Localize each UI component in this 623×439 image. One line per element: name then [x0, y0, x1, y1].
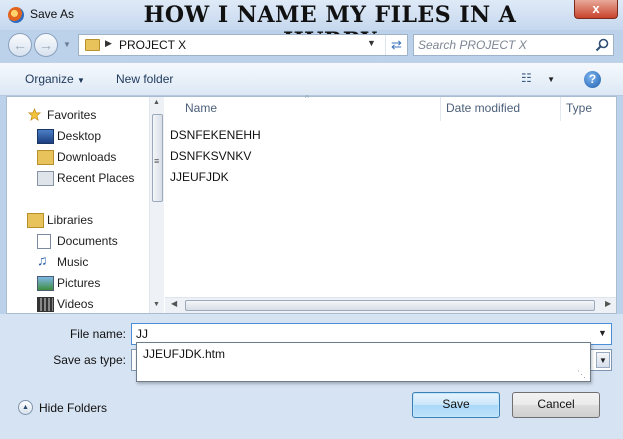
horizontal-scrollbar[interactable]: ◀ ▶	[165, 297, 616, 313]
nav-item-label: Libraries	[47, 213, 94, 227]
forward-arrow-icon: →	[39, 37, 53, 53]
autocomplete-dropdown: JJEUFJDK.htm ⋱	[136, 342, 591, 382]
breadcrumb-chevron-icon[interactable]: ▶	[105, 38, 112, 49]
nav-item-label: Documents	[57, 234, 118, 248]
desktop-icon	[37, 129, 54, 144]
save-button[interactable]: Save	[412, 392, 500, 418]
file-row[interactable]: DSNFKSVNKV	[170, 146, 251, 166]
grip-icon: ≡	[154, 156, 160, 166]
chevron-down-icon: ▼	[77, 76, 85, 85]
command-bar: Organize ▼ New folder ☷ ▼ ?	[0, 62, 623, 96]
organize-button[interactable]: Organize ▼	[25, 72, 85, 86]
file-name-label: File name:	[69, 327, 126, 341]
help-icon[interactable]: ?	[584, 71, 601, 88]
scroll-up-icon[interactable]: ▲	[153, 99, 160, 106]
title-bar: Save As HOW I NAME MY FILES IN A HURRY x	[0, 0, 623, 54]
scrollbar-thumb[interactable]	[185, 300, 595, 311]
folder-icon	[85, 39, 100, 51]
column-header-type[interactable]: Type	[566, 101, 592, 115]
search-box[interactable]	[413, 34, 614, 56]
navigation-scrollbar[interactable]: ▲ ≡ ▼	[149, 97, 164, 313]
autocomplete-suggestion[interactable]: JJEUFJDK.htm	[143, 347, 225, 361]
change-view-button[interactable]: ☷ ▼	[521, 71, 561, 89]
resize-grip-icon[interactable]: ⋱	[577, 369, 586, 380]
column-divider[interactable]	[560, 97, 561, 121]
scroll-right-icon[interactable]: ▶	[605, 299, 611, 308]
search-input[interactable]	[418, 37, 588, 53]
chevron-down-icon[interactable]: ▼	[598, 328, 607, 338]
documents-icon	[37, 234, 51, 249]
details-view-icon: ☷	[521, 71, 532, 85]
libraries-icon	[27, 213, 44, 228]
back-button[interactable]: ←	[8, 33, 32, 57]
refresh-icon: ⇄	[391, 37, 402, 52]
close-button[interactable]: x	[574, 0, 618, 19]
column-divider[interactable]	[440, 97, 441, 121]
pictures-icon	[37, 276, 54, 291]
organize-label: Organize	[25, 72, 74, 86]
nav-item-label: Videos	[57, 297, 94, 311]
chevron-down-icon[interactable]: ▼	[596, 352, 610, 368]
breadcrumb-folder[interactable]: PROJECT X	[119, 38, 186, 52]
new-folder-button[interactable]: New folder	[116, 72, 173, 86]
nav-item-label: Favorites	[47, 108, 97, 122]
column-header-name[interactable]: Name	[185, 101, 217, 115]
scroll-down-icon[interactable]: ▼	[153, 301, 160, 308]
file-name-input[interactable]	[136, 326, 576, 342]
back-arrow-icon: ←	[13, 37, 27, 53]
sort-ascending-icon: ^	[305, 94, 309, 103]
navigation-pane: Favorites Desktop Downloads Recent Place…	[7, 97, 149, 313]
address-bar[interactable]: ▶ PROJECT X ▼ ⇄	[78, 34, 408, 56]
chevron-down-icon: ▼	[547, 75, 556, 84]
column-header-date-modified[interactable]: Date modified	[446, 101, 520, 115]
file-row[interactable]: DSNFEKENEHH	[170, 125, 261, 145]
save-options-panel: File name: ▼ Save as type: ▼ JJEUFJDK.ht…	[0, 314, 623, 439]
downloads-folder-icon	[37, 150, 54, 165]
nav-item-label: Desktop	[57, 129, 102, 143]
videos-icon	[37, 297, 54, 312]
save-as-type-label: Save as type:	[53, 353, 126, 367]
recent-places-icon	[37, 171, 54, 186]
scrollbar-thumb[interactable]: ≡	[152, 114, 163, 202]
hide-folders-label: Hide Folders	[39, 401, 108, 415]
window-title: Save As	[30, 7, 75, 21]
browser-pane: Favorites Desktop Downloads Recent Place…	[6, 94, 617, 314]
nav-item-label: Music	[57, 255, 89, 269]
music-icon: ♫	[37, 252, 48, 268]
nav-item-label: Recent Places	[57, 171, 135, 185]
recent-pages-dropdown-icon[interactable]: ▼	[63, 40, 71, 49]
file-list: ^ Name Date modified Type DSNFEKENEHH DS…	[165, 94, 616, 313]
forward-button[interactable]: →	[34, 33, 58, 57]
file-row[interactable]: JJEUFJDK	[170, 167, 229, 187]
nav-item-label: Pictures	[57, 276, 101, 290]
refresh-button[interactable]: ⇄	[385, 35, 407, 55]
collapse-up-icon: ▲	[18, 400, 33, 415]
cancel-button[interactable]: Cancel	[512, 392, 600, 418]
nav-item-label: Downloads	[57, 150, 117, 164]
scroll-left-icon[interactable]: ◀	[171, 299, 177, 308]
firefox-icon	[8, 7, 24, 23]
address-dropdown-icon[interactable]: ▼	[367, 38, 376, 48]
star-icon	[27, 108, 42, 121]
search-icon[interactable]	[594, 37, 610, 53]
